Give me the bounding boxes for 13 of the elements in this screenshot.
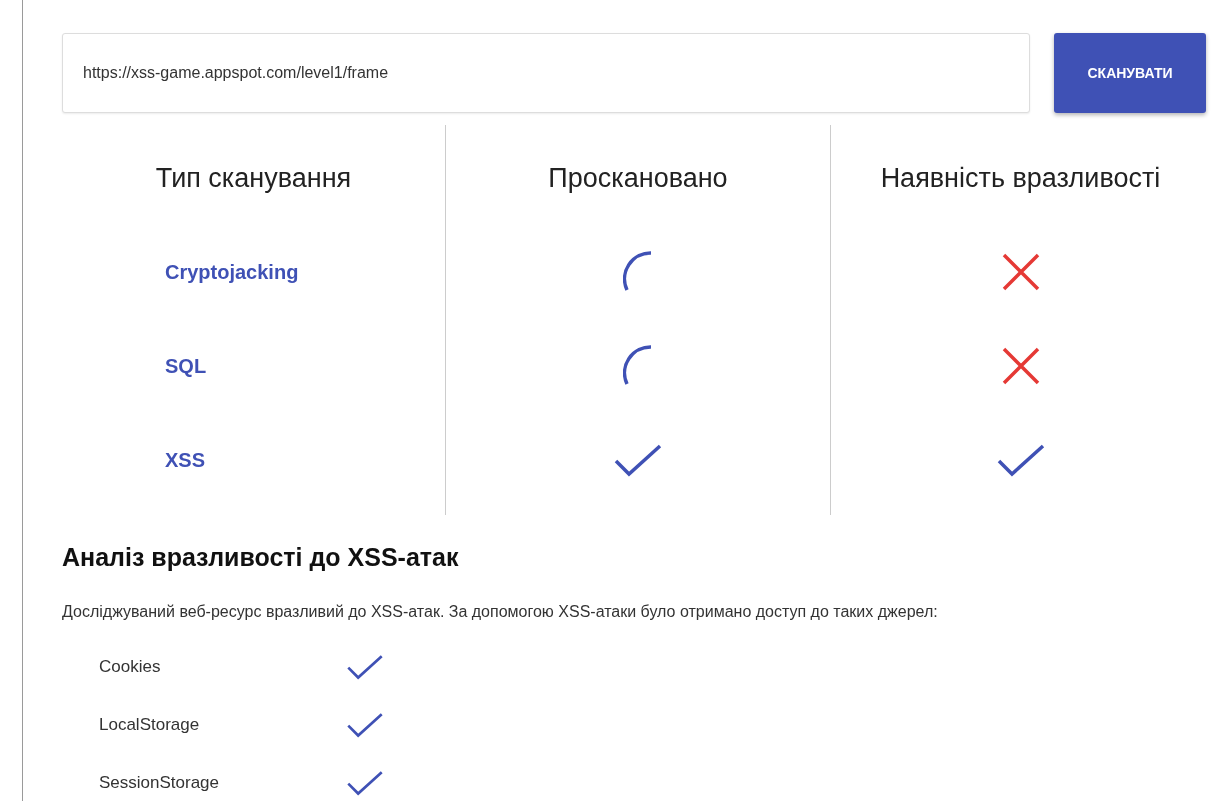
column-header: Тип сканування (154, 162, 353, 195)
column-header: Проскановано (547, 162, 729, 195)
scan-type-label: XSS (165, 448, 206, 472)
source-label: Cookies (99, 657, 162, 677)
source-label: LocalStorage (99, 715, 201, 735)
url-field[interactable]: https://xss-game.appspot.com/level1/frame (62, 33, 1030, 113)
scan-button[interactable]: СКАНУВАТИ (1054, 33, 1206, 113)
scan-type-label: SQL (165, 354, 207, 378)
section-heading: Аналіз вразливості до XSS-атак (62, 543, 460, 572)
source-label: SessionStorage (99, 773, 221, 793)
scan-type-label: Cryptojacking (165, 260, 299, 284)
analysis-text: Досліджуваний веб-ресурс вразливий до XSS-атак. За допомогою XSS-атаки було отримано доступ до таких джерел: (62, 602, 939, 622)
column-header: Наявність вразливості (879, 162, 1162, 195)
